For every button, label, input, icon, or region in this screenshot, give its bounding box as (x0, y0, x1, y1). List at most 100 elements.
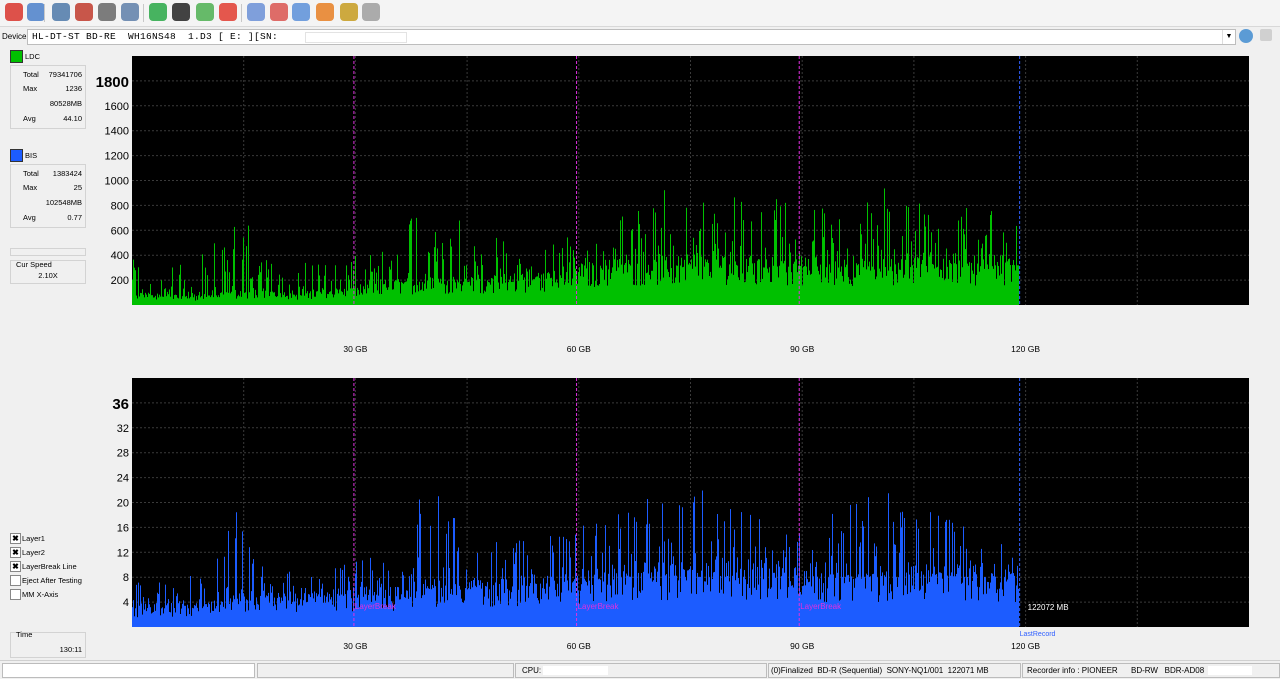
data-bar (635, 561, 636, 627)
data-bar (689, 262, 690, 305)
data-bar (674, 282, 675, 305)
data-bar (402, 282, 403, 305)
refresh-icon[interactable] (149, 3, 167, 21)
data-bar (621, 264, 622, 305)
data-bar (703, 592, 704, 627)
data-bar (249, 292, 250, 305)
data-bar (776, 564, 777, 627)
drive-gray-icon[interactable] (98, 3, 116, 21)
data-bar (308, 297, 309, 305)
data-bar (729, 264, 730, 305)
data-bar (470, 589, 471, 627)
data-bar (568, 590, 569, 627)
data-bar (741, 201, 742, 305)
data-bar (869, 577, 870, 627)
compare-icon[interactable] (121, 3, 139, 21)
data-bar (965, 249, 966, 305)
data-bar (229, 603, 230, 627)
blue-disc-icon[interactable] (247, 3, 265, 21)
data-bar (729, 581, 730, 627)
data-bar (438, 496, 439, 627)
bis-chart: LayerBreak LayerBreak LayerBreak 122072 MBL… (112, 378, 1249, 651)
data-bar (528, 286, 529, 305)
data-bar (949, 260, 950, 305)
option-checkbox-mm-x-axis[interactable] (10, 589, 21, 600)
data-bar (644, 562, 645, 627)
data-bar (476, 280, 477, 305)
option-checkbox-layerbreak-line[interactable]: ✖ (10, 561, 21, 572)
data-bar (154, 604, 155, 627)
data-bar (660, 586, 661, 627)
device-select[interactable]: HL-DT-ST BD-RE WH16NS48 1.D3 [ E: ][SN: … (27, 29, 1236, 45)
eject-icon[interactable] (1239, 29, 1253, 43)
save-icon[interactable] (362, 3, 380, 21)
camera-icon[interactable] (1260, 29, 1272, 41)
data-bar (328, 602, 329, 627)
data-bar (847, 248, 848, 305)
data-bar (666, 574, 667, 627)
data-bar (762, 567, 763, 627)
data-bar (697, 572, 698, 627)
data-bar (624, 264, 625, 305)
drive-red-icon[interactable] (75, 3, 93, 21)
data-bar (926, 564, 927, 627)
globe-icon[interactable] (292, 3, 310, 21)
data-bar (211, 295, 212, 305)
y-tick-label: 36 (112, 396, 129, 413)
data-bar (415, 597, 416, 627)
data-bar (670, 234, 671, 305)
data-bar (419, 499, 420, 627)
data-bar (852, 600, 853, 627)
disc-icon[interactable] (172, 3, 190, 21)
data-bar (925, 592, 926, 627)
data-bar (663, 562, 664, 627)
data-bar (911, 241, 912, 305)
data-bar (443, 567, 444, 627)
data-bar (315, 602, 316, 627)
data-bar (151, 295, 152, 305)
data-bar (470, 285, 471, 305)
data-bar (491, 278, 492, 305)
data-bar (135, 270, 136, 305)
data-bar (957, 564, 958, 627)
data-bar (348, 576, 349, 627)
data-bar (151, 613, 152, 627)
data-bar (167, 291, 168, 305)
data-bar (781, 576, 782, 627)
data-bar (263, 590, 264, 627)
serial-number-field (305, 32, 407, 43)
data-bar (323, 289, 324, 305)
data-bar (732, 575, 733, 627)
chevron-down-icon[interactable]: ▼ (1222, 30, 1235, 44)
data-bar (540, 583, 541, 627)
data-bar (736, 572, 737, 627)
data-bar (299, 286, 300, 305)
wand-icon[interactable] (27, 3, 45, 21)
fire-icon[interactable] (316, 3, 334, 21)
stop-icon[interactable] (219, 3, 237, 21)
option-checkbox-layer2[interactable]: ✖ (10, 547, 21, 558)
data-bar (543, 273, 544, 305)
exit-icon[interactable] (5, 3, 23, 21)
chart-icon[interactable] (340, 3, 358, 21)
data-bar (558, 596, 559, 627)
shield-disc-icon[interactable] (196, 3, 214, 21)
data-bar (895, 544, 896, 627)
data-bar (445, 293, 446, 305)
data-bar (369, 280, 370, 305)
option-checkbox-eject-after-testing[interactable] (10, 575, 21, 586)
monitor-icon[interactable] (52, 3, 70, 21)
data-bar (155, 295, 156, 305)
data-bar (788, 266, 789, 305)
data-bar (309, 293, 310, 305)
data-bar (421, 598, 422, 627)
data-bar (769, 568, 770, 627)
data-bar (508, 605, 509, 627)
data-bar (435, 586, 436, 627)
data-bar (300, 295, 301, 305)
eraser-icon[interactable] (270, 3, 288, 21)
data-bar (345, 296, 346, 305)
data-bar (768, 588, 769, 627)
option-checkbox-layer1[interactable]: ✖ (10, 533, 21, 544)
data-bar (274, 597, 275, 627)
